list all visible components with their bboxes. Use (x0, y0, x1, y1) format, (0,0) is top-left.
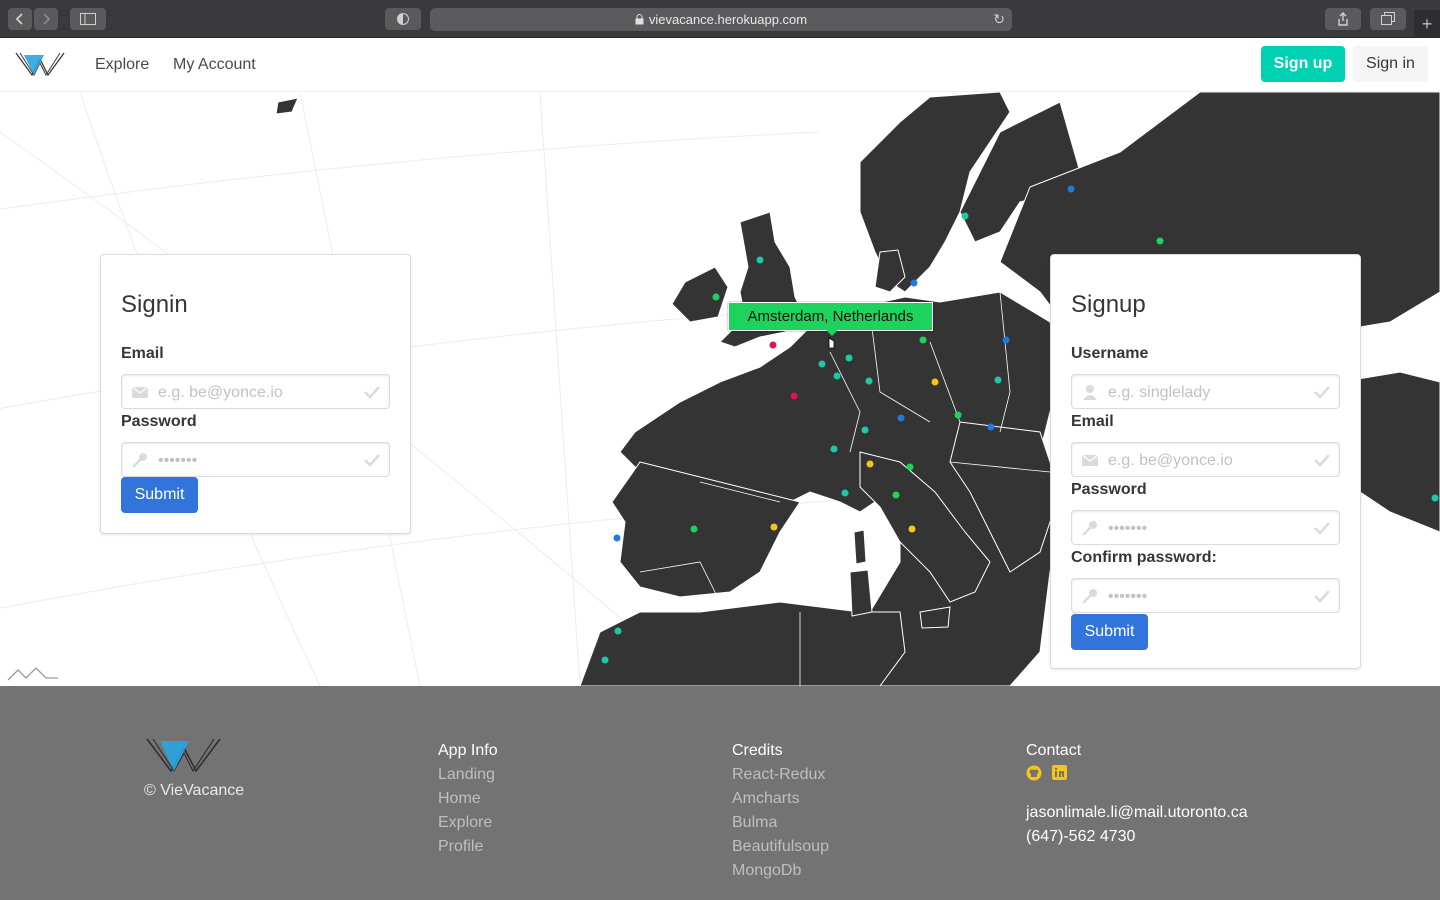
signup-confirm-label: Confirm password: (1071, 549, 1217, 566)
signin-email-label: Email (121, 345, 164, 362)
back-button[interactable] (8, 8, 32, 30)
vievacance-logo-icon (15, 52, 65, 77)
privacy-button[interactable] (385, 8, 421, 30)
signup-card: Signup Username e.g. singlelady Email e.… (1050, 254, 1361, 669)
footer-link-amcharts[interactable]: Amcharts (732, 787, 829, 811)
footer-contact: Contact jasonlimale.li@mail.utoronto.ca … (1026, 739, 1248, 849)
check-icon (1314, 522, 1330, 535)
signup-title: Signup (1071, 291, 1146, 318)
signup-password-placeholder: ••••••• (1108, 520, 1148, 537)
signin-email-input[interactable]: e.g. be@yonce.io (121, 374, 390, 409)
signin-email-placeholder: e.g. be@yonce.io (158, 384, 283, 401)
social-links (1026, 765, 1248, 781)
address-bar[interactable]: vievacance.herokuapp.com ↻ (430, 8, 1012, 31)
user-icon (1083, 385, 1097, 400)
share-icon (1338, 12, 1348, 26)
envelope-icon (131, 386, 149, 398)
signup-email-input[interactable]: e.g. be@yonce.io (1071, 442, 1340, 477)
signin-title: Signin (121, 291, 188, 318)
envelope-icon (1081, 454, 1099, 466)
check-icon (1314, 386, 1330, 399)
signup-submit-button[interactable]: Submit (1071, 614, 1148, 650)
signup-username-input[interactable]: e.g. singlelady (1071, 374, 1340, 409)
key-icon (132, 453, 147, 468)
plus-icon: + (1421, 13, 1433, 34)
nav-link-my-account[interactable]: My Account (173, 56, 256, 74)
signup-password-input[interactable]: ••••••• (1071, 510, 1340, 545)
shield-icon (397, 13, 409, 25)
chevron-left-icon (15, 13, 23, 25)
tabs-overview-button[interactable] (1370, 8, 1406, 30)
footer-app-info: App Info Landing Home Explore Profile (438, 739, 498, 859)
sidebar-toggle-button[interactable] (70, 8, 106, 30)
footer-link-profile[interactable]: Profile (438, 835, 498, 859)
signin-submit-button[interactable]: Submit (121, 477, 198, 513)
footer-credits: Credits React-Redux Amcharts Bulma Beaut… (732, 739, 829, 883)
footer-link-react-redux[interactable]: React-Redux (732, 763, 829, 787)
amcharts-watermark-icon[interactable] (7, 667, 58, 681)
footer-link-beautifulsoup[interactable]: Beautifulsoup (732, 835, 829, 859)
map-tooltip: Amsterdam, Netherlands (728, 302, 933, 336)
signup-password-label: Password (1071, 481, 1147, 498)
signup-username-placeholder: e.g. singlelady (1108, 384, 1211, 401)
signup-username-label: Username (1071, 345, 1149, 362)
footer-brand: © VieVacance (144, 736, 244, 803)
check-icon (1314, 590, 1330, 603)
linkedin-icon[interactable] (1052, 765, 1067, 781)
signup-confirm-placeholder: ••••••• (1108, 588, 1148, 605)
github-icon[interactable] (1026, 765, 1042, 781)
signin-password-label: Password (121, 413, 197, 430)
reload-icon[interactable]: ↻ (993, 11, 1005, 28)
footer-link-landing[interactable]: Landing (438, 763, 498, 787)
footer-contact-title: Contact (1026, 742, 1082, 759)
tabs-icon (1381, 12, 1395, 25)
navbar: Explore My Account Sign up Sign in (0, 38, 1440, 92)
signup-confirm-input[interactable]: ••••••• (1071, 578, 1340, 613)
signin-password-input[interactable]: ••••••• (121, 442, 390, 477)
check-icon (364, 454, 380, 467)
signup-button[interactable]: Sign up (1261, 46, 1345, 82)
url-text: vievacance.herokuapp.com (648, 12, 808, 27)
signin-button[interactable]: Sign in (1353, 46, 1428, 82)
footer-contact-phone: (647)-562 4730 (1026, 828, 1136, 845)
nav-link-explore[interactable]: Explore (95, 56, 149, 74)
logo[interactable] (14, 51, 68, 82)
signup-email-label: Email (1071, 413, 1114, 430)
footer-link-explore[interactable]: Explore (438, 811, 498, 835)
footer-contact-email[interactable]: jasonlimale.li@mail.utoronto.ca (1026, 801, 1248, 825)
footer-link-home[interactable]: Home (438, 787, 498, 811)
signin-card: Signin Email e.g. be@yonce.io Password •… (100, 254, 411, 534)
footer: © VieVacance App Info Landing Home Explo… (0, 686, 1440, 900)
lock-icon (635, 14, 644, 25)
footer-credits-title: Credits (732, 742, 783, 759)
vievacance-logo-icon[interactable] (144, 736, 224, 774)
sidebar-icon (80, 13, 96, 25)
footer-link-bulma[interactable]: Bulma (732, 811, 829, 835)
check-icon (364, 386, 380, 399)
key-icon (1082, 589, 1097, 604)
footer-app-info-title: App Info (438, 742, 498, 759)
footer-copyright: © VieVacance (144, 782, 245, 799)
key-icon (1082, 521, 1097, 536)
footer-link-mongodb[interactable]: MongoDb (732, 859, 829, 883)
new-tab-button[interactable]: + (1414, 10, 1440, 38)
browser-toolbar: vievacance.herokuapp.com ↻ + (0, 0, 1440, 38)
chevron-right-icon (43, 13, 51, 25)
forward-button[interactable] (34, 8, 58, 30)
signin-password-placeholder: ••••••• (158, 452, 198, 469)
signup-email-placeholder: e.g. be@yonce.io (1108, 452, 1233, 469)
share-button[interactable] (1325, 8, 1361, 30)
check-icon (1314, 454, 1330, 467)
